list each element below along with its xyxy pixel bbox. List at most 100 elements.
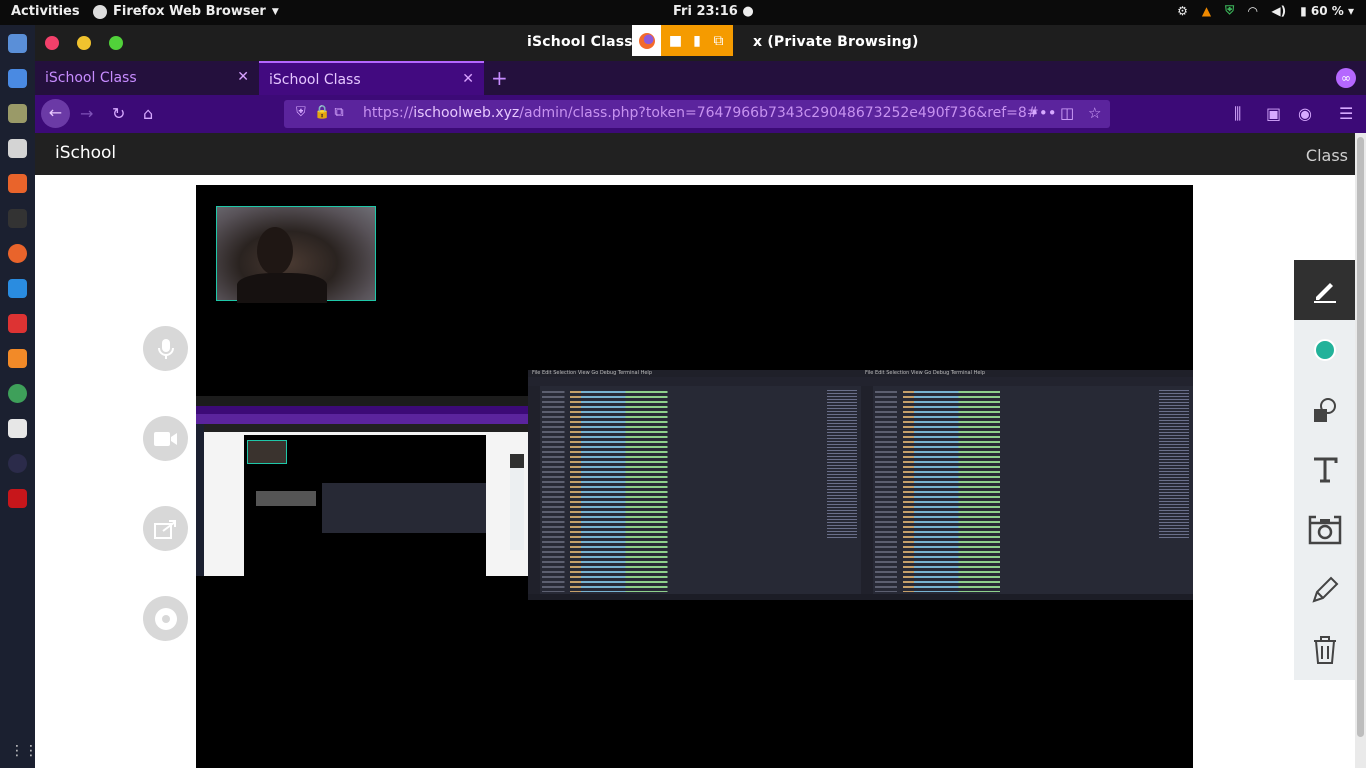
site-brand[interactable]: iSchool bbox=[55, 143, 116, 163]
close-tab-icon[interactable]: ✕ bbox=[462, 71, 474, 87]
tab-ischool-class-2[interactable]: iSchool Class ✕ bbox=[259, 61, 484, 95]
terminal-icon[interactable] bbox=[8, 209, 27, 228]
share-screen-button[interactable] bbox=[143, 506, 188, 551]
vscode-icon[interactable] bbox=[8, 279, 27, 298]
site-header: iSchool Class bbox=[35, 133, 1355, 175]
forward-button[interactable]: → bbox=[80, 104, 93, 123]
home-button[interactable]: ⌂ bbox=[143, 104, 153, 123]
nav-link-class[interactable]: Class bbox=[1306, 146, 1348, 165]
vlc-icon[interactable]: ▲ bbox=[1202, 4, 1211, 18]
tab-ischool-class-1[interactable]: iSchool Class ✕ bbox=[35, 61, 259, 95]
editor-menu: File Edit Selection View Go Debug Termin… bbox=[528, 370, 861, 377]
battery-icon[interactable]: ▮ 60 % ▾ bbox=[1300, 4, 1354, 18]
tracking-shield-icon[interactable]: ⛨ 🔒 ⧉ bbox=[296, 105, 344, 120]
wifi-icon[interactable]: ◠ bbox=[1248, 4, 1257, 18]
camera-icon bbox=[1308, 515, 1341, 545]
text-icon bbox=[1313, 457, 1337, 483]
app-menu[interactable]: Firefox Web Browser ▼ bbox=[93, 4, 279, 19]
clear-board-button[interactable] bbox=[1294, 620, 1355, 680]
microphone-button[interactable] bbox=[143, 326, 188, 371]
reload-button[interactable]: ↻ bbox=[112, 104, 125, 123]
page-scrollbar[interactable] bbox=[1355, 133, 1366, 768]
url-path: /admin/class.php?token=7647966b7343c2904… bbox=[519, 105, 1039, 121]
pen-tool-button[interactable] bbox=[1294, 260, 1355, 320]
highlighter-tool-button[interactable] bbox=[1294, 560, 1355, 620]
tab-label: iSchool Class bbox=[45, 70, 137, 86]
tab-label: iSchool Class bbox=[269, 72, 361, 88]
pencil-icon bbox=[1311, 576, 1338, 603]
color-dot-icon bbox=[1313, 339, 1336, 361]
back-button[interactable]: ← bbox=[41, 99, 70, 128]
share-icon bbox=[153, 519, 176, 539]
battery-level: 60 % bbox=[1310, 3, 1344, 18]
obs-icon[interactable] bbox=[8, 454, 27, 473]
sidebar-icon[interactable]: ▣ bbox=[1266, 104, 1281, 123]
text-tool-button[interactable] bbox=[1294, 440, 1355, 500]
class-board[interactable]: File Edit Selection View Go Debug Termin… bbox=[196, 185, 1193, 768]
window-title-left: iSchool Class - bbox=[527, 34, 650, 50]
web-page: iSchool Class File Edit Selection View G… bbox=[35, 133, 1355, 768]
system-tray[interactable]: ⚙ ▲ ⛨ ◠ ◀) ▮ 60 % ▾ bbox=[1177, 3, 1354, 18]
show-apps-icon[interactable]: ⋮⋮ bbox=[10, 744, 38, 758]
color-picker-button[interactable] bbox=[1294, 320, 1355, 380]
pocket-icon[interactable]: ◫ bbox=[1060, 104, 1074, 122]
camera-button[interactable] bbox=[143, 416, 188, 461]
private-browsing-icon: ∞ bbox=[1336, 68, 1356, 88]
url-bar[interactable]: ⛨ 🔒 ⧉ https://ischoolweb.xyz/admin/class… bbox=[284, 100, 1110, 128]
bookmark-star-icon[interactable]: ☆ bbox=[1088, 104, 1101, 122]
filezilla-icon[interactable] bbox=[8, 489, 27, 508]
sublime-icon[interactable] bbox=[8, 349, 27, 368]
person-silhouette bbox=[257, 227, 293, 275]
shapes-icon bbox=[1313, 398, 1336, 422]
document-icon[interactable] bbox=[8, 69, 27, 88]
sharing-indicator[interactable]: ■ ▮ ⧉ bbox=[632, 25, 733, 56]
page-actions-icon[interactable]: ••• bbox=[1030, 104, 1057, 122]
hamburger-menu-icon[interactable]: ☰ bbox=[1339, 104, 1353, 123]
shapes-tool-button[interactable] bbox=[1294, 380, 1355, 440]
library-icon[interactable]: ⫼ bbox=[1234, 104, 1241, 124]
remote-desktop-icon[interactable] bbox=[8, 314, 27, 333]
shared-screen-video: File Edit Selection View Go Debug Termin… bbox=[196, 370, 1193, 600]
nested-screen-capture bbox=[196, 396, 528, 576]
clock-text: Fri 23:16 bbox=[673, 4, 738, 19]
tab-bar: iSchool Class ✕ iSchool Class ✕ + ∞ bbox=[35, 61, 1366, 95]
screenshot-tool-button[interactable] bbox=[1294, 500, 1355, 560]
account-icon[interactable]: ◉ bbox=[1298, 104, 1312, 123]
person-body bbox=[237, 273, 327, 303]
drawing-toolbar bbox=[1294, 260, 1355, 680]
software-center-icon[interactable] bbox=[8, 174, 27, 193]
close-window-button[interactable] bbox=[45, 36, 59, 50]
url-text[interactable]: https://ischoolweb.xyz/admin/class.php?t… bbox=[363, 105, 1039, 121]
accessibility-icon[interactable]: ⚙ bbox=[1177, 4, 1188, 18]
firefox-icon bbox=[632, 25, 661, 56]
notification-dot-icon: ● bbox=[742, 4, 754, 19]
trash-icon bbox=[1313, 636, 1336, 664]
volume-icon[interactable]: ◀) bbox=[1271, 4, 1286, 18]
activities-button[interactable]: Activities bbox=[11, 4, 80, 19]
microphone-icon bbox=[157, 338, 174, 359]
camera-sharing-icon[interactable]: ■ bbox=[661, 25, 690, 56]
video-camera-icon bbox=[153, 431, 177, 446]
slack-icon[interactable] bbox=[8, 419, 27, 438]
minimize-window-button[interactable] bbox=[77, 36, 91, 50]
gnome-app-icon[interactable] bbox=[8, 384, 27, 403]
screen-sharing-icon[interactable]: ⧉ bbox=[704, 25, 733, 56]
chevron-down-icon: ▼ bbox=[271, 6, 279, 17]
pen-icon bbox=[1313, 283, 1336, 303]
clock[interactable]: Fri 23:16 ● bbox=[673, 4, 754, 19]
navigation-toolbar: ← → ↻ ⌂ ⛨ 🔒 ⧉ https://ischoolweb.xyz/adm… bbox=[35, 95, 1366, 133]
files-icon[interactable] bbox=[8, 34, 27, 53]
shield-icon[interactable]: ⛨ bbox=[1225, 3, 1234, 18]
disk-icon[interactable] bbox=[8, 104, 27, 123]
dock: ⋮⋮ bbox=[0, 25, 38, 768]
archive-icon[interactable] bbox=[8, 139, 27, 158]
firefox-dock-icon[interactable] bbox=[8, 244, 27, 263]
firefox-icon bbox=[93, 4, 107, 19]
record-button[interactable] bbox=[143, 596, 188, 641]
microphone-sharing-icon[interactable]: ▮ bbox=[690, 25, 704, 56]
new-tab-button[interactable]: + bbox=[491, 66, 508, 90]
close-tab-icon[interactable]: ✕ bbox=[237, 69, 249, 85]
maximize-window-button[interactable] bbox=[109, 36, 123, 50]
scrollbar-thumb[interactable] bbox=[1357, 137, 1364, 737]
record-disc-icon bbox=[154, 607, 177, 630]
